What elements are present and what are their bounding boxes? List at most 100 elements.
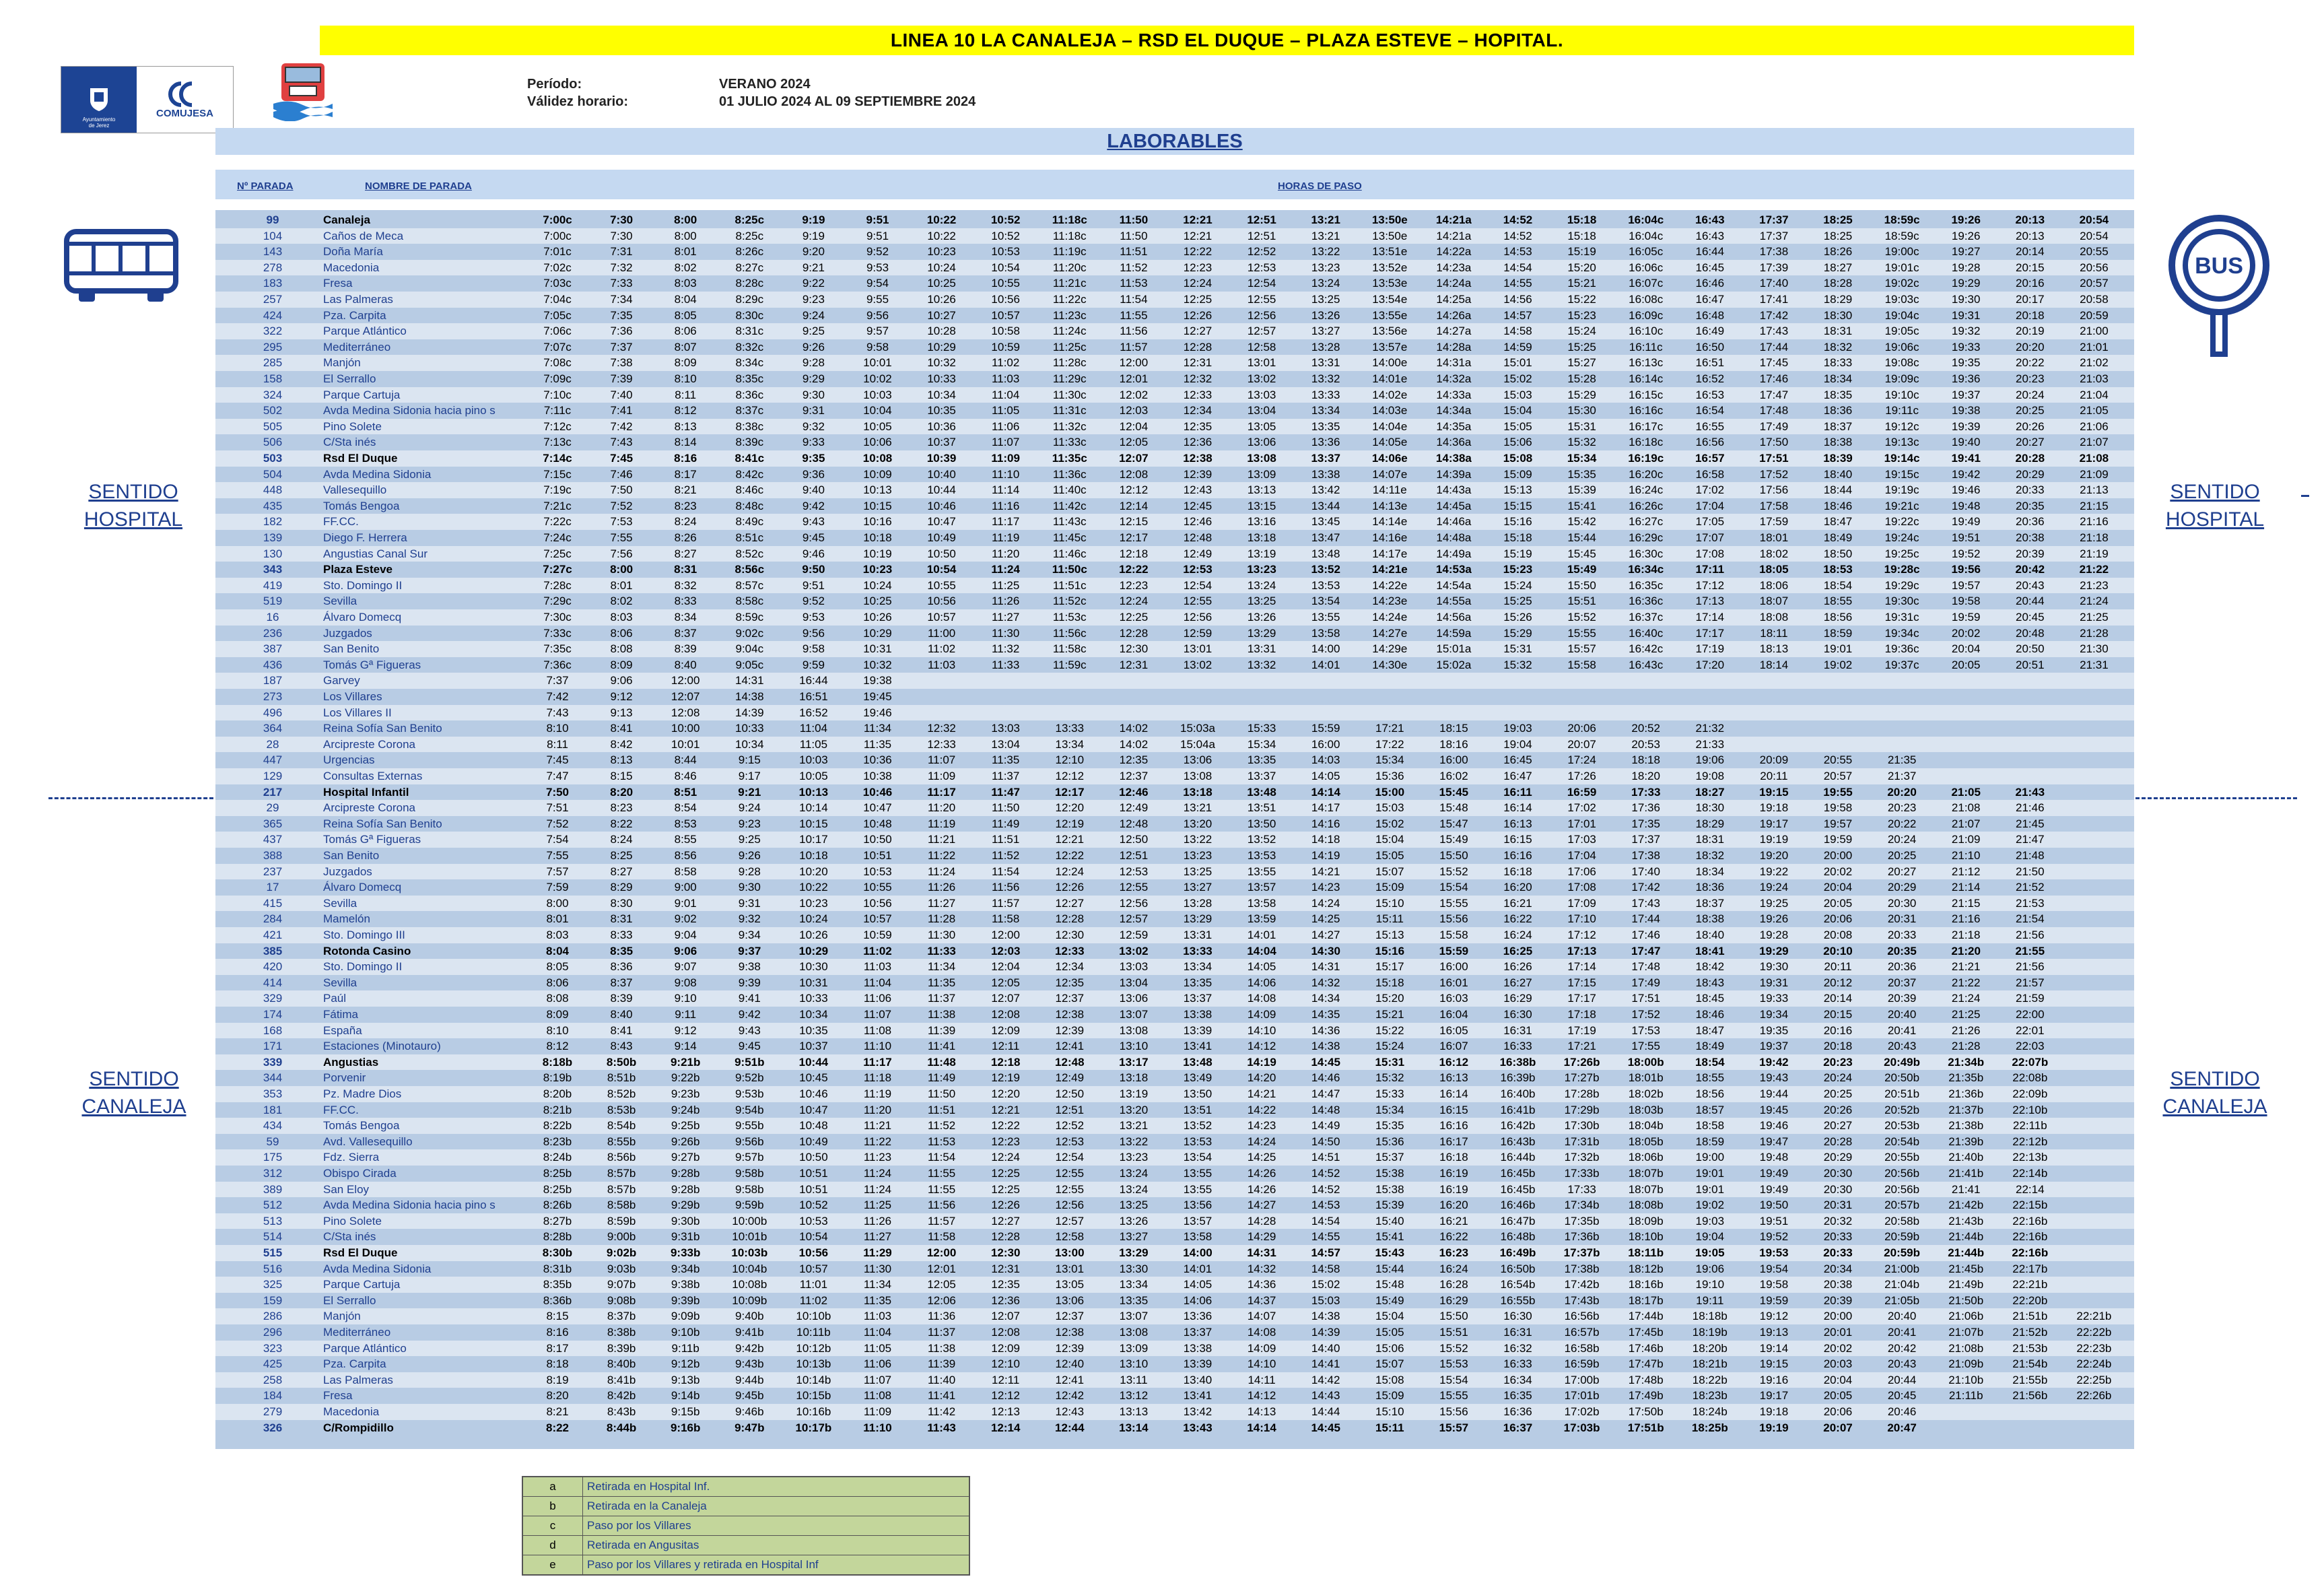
- pass-time: 16:55: [1695, 419, 1725, 433]
- stop-number: 28: [266, 737, 279, 751]
- pass-time: 10:26: [863, 611, 892, 624]
- pass-time: 21:44b: [1948, 1230, 1984, 1244]
- pass-time: 10:47: [863, 801, 892, 815]
- pass-time: 8:12: [674, 404, 697, 417]
- pass-time: 18:10b: [1628, 1230, 1664, 1244]
- pass-time: 12:58: [1247, 340, 1276, 353]
- pass-time: 21:43b: [1948, 1214, 1984, 1227]
- pass-time: 12:20: [991, 1087, 1020, 1100]
- pass-time: 9:34: [738, 929, 761, 941]
- pass-time: 11:09: [927, 770, 956, 782]
- table-row: 312 Obispo Cirada 8:25b 8:57b 9:28b 9:58b 10:5…: [215, 1166, 2134, 1182]
- pass-time: 16:19c: [1628, 452, 1664, 465]
- pass-time: 20:14: [2016, 245, 2045, 259]
- pass-time: 11:55: [927, 1182, 956, 1196]
- pass-time: 20:10: [1823, 944, 1853, 957]
- pass-time: 20:02: [1823, 1341, 1853, 1355]
- pass-time: 16:27: [1503, 976, 1532, 989]
- pass-time: 12:56: [1055, 1199, 1085, 1212]
- pass-time: 12:21: [1183, 213, 1212, 226]
- pass-time: 10:40: [927, 467, 956, 481]
- pass-time: 19:11c: [1885, 404, 1919, 417]
- pass-time: 13:06: [1247, 436, 1276, 449]
- legend-text: Paso por los Villares y retirada en Hosp…: [587, 1558, 819, 1571]
- pass-time: 20:51: [2016, 658, 2045, 671]
- pass-time: 21:15: [2080, 499, 2109, 512]
- pass-time: 21:08: [2079, 452, 2109, 465]
- pass-time: 8:34: [674, 611, 697, 624]
- pass-time: 11:06: [992, 419, 1020, 433]
- pass-time: 12:28: [991, 1230, 1020, 1244]
- pass-time: 16:00: [1439, 753, 1468, 767]
- pass-time: 8:38b: [607, 1326, 636, 1339]
- pass-time: 9:22b: [671, 1071, 700, 1085]
- pass-time: 20:28: [2015, 452, 2045, 465]
- pass-time: 16:57b: [1564, 1326, 1600, 1339]
- pass-time: 13:06: [1183, 753, 1212, 767]
- pass-time: 19:22c: [1884, 515, 1919, 529]
- pass-time: 9:46: [802, 547, 825, 560]
- pass-time: 8:07: [674, 340, 697, 353]
- pass-time: 14:30e: [1372, 658, 1408, 671]
- pass-time: 11:18c: [1052, 213, 1087, 226]
- pass-time: 8:37c: [735, 404, 764, 417]
- pass-time: 7:55: [610, 531, 633, 544]
- pass-time: 11:26: [927, 881, 956, 894]
- pass-time: 12:19: [991, 1071, 1020, 1085]
- pass-time: 16:16: [1439, 1119, 1468, 1133]
- pass-time: 16:13: [1503, 817, 1532, 830]
- pass-time: 13:25: [1119, 1199, 1149, 1212]
- pass-time: 20:04: [1823, 1373, 1853, 1386]
- pass-time: 20:58: [2080, 293, 2109, 306]
- pass-time: 19:18: [1759, 1405, 1789, 1418]
- pass-time: 11:22c: [1052, 293, 1087, 306]
- pass-time: 11:05: [863, 1341, 892, 1355]
- pass-time: 12:14: [990, 1421, 1021, 1434]
- pass-time: 10:15: [863, 499, 892, 512]
- pass-time: 12:34: [1183, 404, 1212, 417]
- pass-time: 15:44: [1375, 1262, 1404, 1275]
- pass-time: 11:03: [927, 658, 956, 671]
- pass-time: 8:59c: [735, 611, 764, 624]
- pass-time: 21:55: [2015, 944, 2045, 957]
- pass-time: 9:25: [738, 833, 761, 846]
- pass-time: 13:45: [1311, 515, 1340, 529]
- pass-time: 9:26: [738, 849, 761, 862]
- pass-time: 11:56: [992, 881, 1020, 894]
- pass-time: 14:00e: [1372, 356, 1408, 370]
- pass-time: 11:57: [927, 1214, 956, 1227]
- stop-number: 514: [263, 1230, 283, 1244]
- pass-time: 19:19: [1759, 833, 1789, 846]
- stop-name: Macedonia: [323, 261, 380, 274]
- pass-time: 17:40: [1631, 865, 1660, 878]
- pass-time: 20:39: [1887, 992, 1917, 1005]
- pass-time: 8:21b: [543, 1103, 572, 1116]
- pass-time: 12:24: [1055, 865, 1085, 878]
- pass-time: 17:46b: [1628, 1341, 1664, 1355]
- pass-time: 10:23: [862, 563, 893, 576]
- pass-time: 18:38: [1695, 912, 1725, 926]
- stop-name: Pz. Madre Dios: [323, 1087, 402, 1100]
- pass-time: 20:40: [1887, 1310, 1917, 1323]
- pass-time: 8:25: [610, 849, 633, 862]
- pass-time: 13:58: [1247, 896, 1276, 910]
- pass-time: 18:49: [1695, 1040, 1725, 1053]
- pass-time: 17:55: [1631, 1040, 1660, 1053]
- pass-time: 11:58: [992, 912, 1020, 926]
- pass-time: 10:17: [799, 833, 828, 846]
- pass-time: 17:43: [1631, 896, 1660, 910]
- pass-time: 12:55: [1055, 1182, 1085, 1196]
- pass-time: 14:24: [1311, 896, 1340, 910]
- pass-time: 12:25: [1183, 293, 1212, 306]
- pass-time: 19:05: [1695, 1246, 1725, 1259]
- pass-time: 20:15: [1823, 1008, 1853, 1021]
- pass-time: 18:31: [1823, 325, 1853, 338]
- pass-time: 11:19: [927, 817, 956, 830]
- stop-name: Pza. Carpita: [323, 1357, 386, 1371]
- pass-time: 15:04: [1375, 1310, 1404, 1323]
- pass-time: 19:01: [1823, 642, 1853, 656]
- pass-time: 21:59: [2016, 992, 2045, 1005]
- stop-number: 279: [263, 1405, 283, 1418]
- pass-time: 17:03b: [1563, 1421, 1600, 1434]
- pass-time: 17:02: [1695, 483, 1725, 497]
